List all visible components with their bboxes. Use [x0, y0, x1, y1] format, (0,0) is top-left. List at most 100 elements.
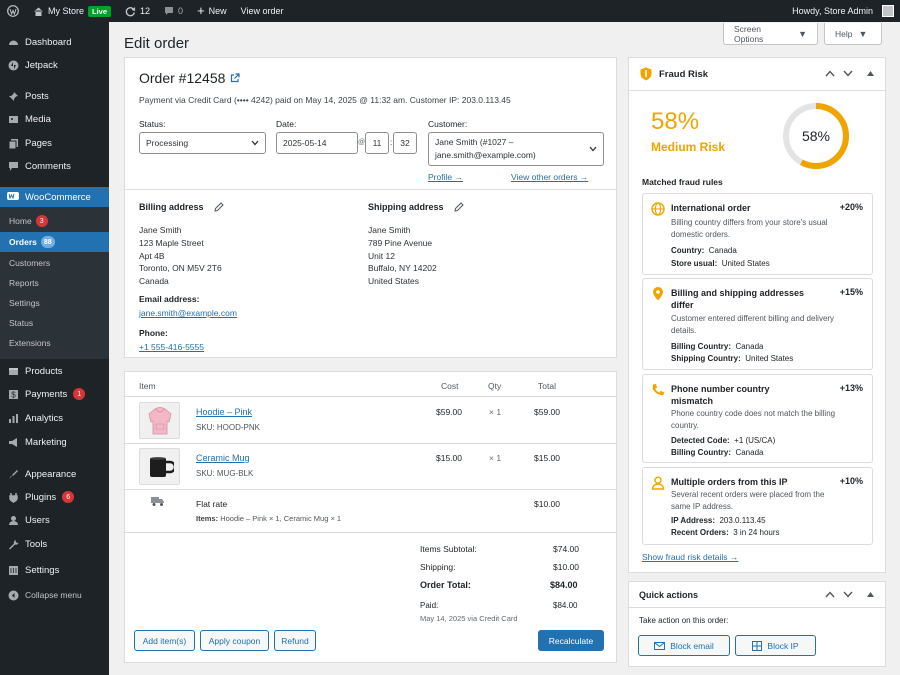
chevron-down-icon[interactable] — [843, 70, 853, 77]
submenu-item-settings[interactable]: Settings — [0, 294, 109, 312]
sidebar-item-pages[interactable]: Pages — [0, 133, 109, 153]
sidebar-item-payments[interactable]: $ Payments 1 — [0, 384, 109, 404]
email-link[interactable]: jane.smith@example.com — [139, 308, 237, 318]
pencil-icon[interactable] — [454, 202, 464, 212]
item-sku: SKU: HOOD-PNK — [196, 423, 261, 432]
updates-link[interactable]: 12 — [118, 0, 157, 22]
sidebar-item-marketing[interactable]: Marketing — [0, 432, 109, 452]
customer-value: Jane Smith (#1027 – jane.smith@example.c… — [435, 136, 536, 162]
item-total: $15.00 — [534, 453, 560, 463]
item-name-link[interactable]: Ceramic Mug — [196, 453, 250, 463]
billing-heading: Billing address — [139, 202, 204, 212]
sidebar-item-woocommerce[interactable]: WooCommerce — [0, 187, 109, 207]
new-label: New — [208, 6, 227, 16]
external-link-icon[interactable] — [230, 73, 240, 83]
sidebar-item-comments[interactable]: Comments — [0, 156, 109, 176]
phone-link[interactable]: +1 555-416-5555 — [139, 342, 204, 352]
media-icon — [7, 113, 19, 125]
hour-input[interactable]: 11 — [365, 132, 389, 154]
detail-key: Country: — [671, 246, 705, 255]
comments-link[interactable]: 0 — [157, 0, 190, 22]
recalculate-button[interactable]: Recalculate — [538, 630, 604, 651]
customer-select[interactable]: Jane Smith (#1027 – jane.smith@example.c… — [428, 132, 604, 166]
collapse-menu-button[interactable]: Collapse menu — [0, 585, 109, 605]
help-button[interactable]: Help ▼ — [824, 23, 882, 45]
submenu-item-customers[interactable]: Customers — [0, 254, 109, 272]
block-ip-button[interactable]: Block IP — [735, 635, 816, 656]
show-fraud-details-link[interactable]: Show fraud risk details → — [642, 552, 738, 562]
view-other-orders-link[interactable]: View other orders → — [511, 172, 588, 182]
refund-button[interactable]: Refund — [274, 630, 316, 651]
sidebar-item-label: WooCommerce — [25, 191, 91, 203]
item-name-link[interactable]: Hoodie – Pink — [196, 407, 252, 417]
sidebar-item-dashboard[interactable]: Dashboard — [0, 32, 109, 52]
chevron-down-icon[interactable] — [843, 591, 853, 598]
view-order-link[interactable]: View order — [234, 0, 291, 22]
sidebar-item-users[interactable]: Users — [0, 510, 109, 530]
apply-coupon-button[interactable]: Apply coupon — [200, 630, 269, 651]
paid-note: May 14, 2025 via Credit Card — [420, 614, 518, 623]
pencil-icon[interactable] — [214, 202, 224, 212]
sidebar-item-label: Media — [25, 113, 51, 125]
submenu-label: Customers — [9, 258, 51, 268]
account-menu[interactable]: Howdy, Store Admin — [785, 0, 900, 22]
block-email-label: Block email — [670, 640, 714, 651]
sidebar-item-analytics[interactable]: Analytics — [0, 408, 109, 428]
dashboard-icon — [7, 36, 19, 48]
chevron-up-icon[interactable] — [825, 591, 835, 598]
shipping-total: $10.00 — [534, 499, 560, 509]
date-label: Date: — [276, 119, 297, 129]
address-line: 123 Maple Street — [139, 237, 204, 248]
date-input[interactable]: 2025-05-14 — [276, 132, 358, 154]
sidebar-item-plugins[interactable]: Plugins 6 — [0, 487, 109, 507]
submenu-item-extensions[interactable]: Extensions — [0, 334, 109, 352]
rule-title: Billing and shipping addresses differ — [671, 288, 805, 310]
sidebar-item-media[interactable]: Media — [0, 109, 109, 129]
submenu-item-status[interactable]: Status — [0, 314, 109, 332]
sidebar-item-products[interactable]: Products — [0, 361, 109, 381]
rule-description: Several recent orders were placed from t… — [671, 490, 825, 511]
block-email-button[interactable]: Block email — [638, 635, 730, 656]
help-label: Help — [835, 28, 853, 39]
chevron-up-icon[interactable] — [825, 70, 835, 77]
submenu-item-orders[interactable]: Orders 88 — [0, 232, 109, 252]
brush-icon — [7, 468, 19, 480]
rule-detail: Country: Canada — [671, 246, 737, 255]
sidebar-item-posts[interactable]: Posts — [0, 86, 109, 106]
person-icon — [651, 476, 665, 490]
toggle-panel-icon[interactable] — [867, 71, 874, 76]
sidebar-item-appearance[interactable]: Appearance — [0, 464, 109, 484]
site-name-link[interactable]: My Store Live — [26, 0, 118, 22]
payments-icon: $ — [7, 388, 19, 400]
screen-options-button[interactable]: Screen Options ▼ — [723, 23, 818, 45]
sidebar-item-settings[interactable]: Settings — [0, 560, 109, 580]
submenu-item-reports[interactable]: Reports — [0, 274, 109, 292]
pin-icon — [7, 90, 19, 102]
status-select[interactable]: Processing — [139, 132, 266, 154]
billing-address-block: Jane Smith 123 Maple Street Apt 4B Toron… — [139, 224, 222, 288]
new-content-link[interactable]: + New — [190, 0, 234, 22]
avatar — [882, 5, 894, 17]
submenu-item-home[interactable]: Home 3 — [0, 212, 109, 230]
plugins-badge: 6 — [62, 491, 75, 503]
sidebar-item-tools[interactable]: Tools — [0, 534, 109, 554]
detail-key: Billing Country: — [671, 342, 731, 351]
rule-points: +13% — [839, 383, 863, 393]
add-items-button[interactable]: Add item(s) — [134, 630, 195, 651]
rule-points: +20% — [839, 202, 863, 212]
item-total: $59.00 — [534, 407, 560, 417]
profile-link[interactable]: Profile → — [428, 172, 463, 182]
item-cost: $59.00 — [436, 407, 462, 417]
minute-input[interactable]: 32 — [393, 132, 417, 154]
row-divider — [125, 443, 616, 444]
sidebar-item-label: Plugins — [25, 491, 57, 503]
shipping-value: $10.00 — [553, 562, 579, 572]
caret-down-icon: ▼ — [798, 28, 807, 39]
wordpress-logo-button[interactable] — [0, 0, 26, 22]
sidebar-item-label: Comments — [25, 160, 71, 172]
sidebar-item-jetpack[interactable]: Jetpack — [0, 55, 109, 75]
detail-value: United States — [745, 354, 794, 363]
row-divider — [125, 489, 616, 490]
rule-detail: Recent Orders: 3 in 24 hours — [671, 528, 780, 537]
toggle-panel-icon[interactable] — [867, 592, 874, 597]
